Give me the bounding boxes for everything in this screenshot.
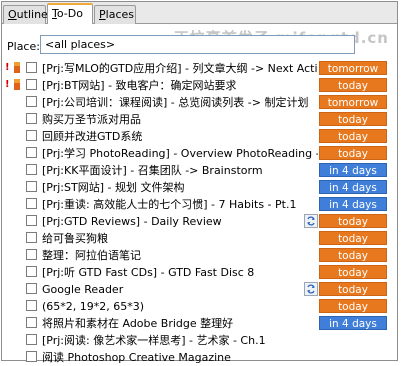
due-badge: today <box>319 146 387 160</box>
task-title[interactable]: 回顾并改进GTD系统 <box>42 129 318 144</box>
task-title[interactable]: [Prj:写MLO的GTD应用介绍] - 列文章大纲 -> Next Actic <box>42 61 318 76</box>
task-row[interactable]: 阅读 Photoshop Creative Magazine <box>2 349 397 366</box>
task-title[interactable]: [Prj:学习 PhotoReading] - Overview PhotoRe… <box>42 146 318 161</box>
task-checkbox[interactable] <box>26 96 37 107</box>
priority-bar-icon <box>14 62 20 73</box>
place-label: Place: <box>7 40 40 53</box>
task-title[interactable]: [Prj:公司培训：课程阅读] - 总览阅读列表 -> 制定计划 <box>42 95 318 110</box>
task-row[interactable]: (65*2, 19*2, 65*3) today <box>2 298 397 315</box>
task-row[interactable]: [Prj:GTD Reviews] - Daily Review today <box>2 213 397 230</box>
task-row[interactable]: [Prj:公司培训：课程阅读] - 总览阅读列表 -> 制定计划 tomorrow <box>2 94 397 111</box>
due-badge: in 4 days <box>319 316 387 330</box>
tab-places[interactable]: Places <box>94 5 136 24</box>
task-title[interactable]: [Prj:阅读: 像艺术家一样思考] - 艺术家 - Ch.1 <box>42 333 318 348</box>
task-checkbox[interactable] <box>26 351 37 362</box>
task-row[interactable]: 整理：阿拉伯语笔记 today <box>2 247 397 264</box>
task-title[interactable]: 给可鲁买狗粮 <box>42 231 318 246</box>
priority-bar-icon <box>14 79 20 90</box>
task-row[interactable]: ! [Prj:写MLO的GTD应用介绍] - 列文章大纲 -> Next Acti… <box>2 60 397 77</box>
task-checkbox[interactable] <box>26 130 37 141</box>
due-badge: tomorrow <box>319 95 387 109</box>
task-title[interactable]: 购买万圣节派对用品 <box>42 112 318 127</box>
task-checkbox[interactable] <box>26 79 37 90</box>
task-row[interactable]: 给可鲁买狗粮 today <box>2 230 397 247</box>
task-checkbox[interactable] <box>26 266 37 277</box>
task-row[interactable]: [Prj:听 GTD Fast CDs] - GTD Fast Disc 8 to… <box>2 264 397 281</box>
task-row[interactable]: [Prj:阅读: 像艺术家一样思考] - 艺术家 - Ch.1 <box>2 332 397 349</box>
due-badge: today <box>319 214 387 228</box>
task-row[interactable]: 购买万圣节派对用品 today <box>2 111 397 128</box>
priority-flag: ! <box>5 79 10 90</box>
task-row[interactable]: 将照片和素材在 Adobe Bridge 整理好 in 4 days <box>2 315 397 332</box>
due-badge: today <box>319 299 387 313</box>
tab-outline-mnemonic: O <box>8 8 17 21</box>
task-title[interactable]: [Prj:重读: 高效能人士的七个习惯] - 7 Habits - Pt.1 <box>42 197 318 212</box>
tab-outline[interactable]: Outline <box>3 5 48 24</box>
task-title[interactable]: [Prj:KK平面设计] - 召集团队 -> Brainstorm <box>42 163 318 178</box>
task-checkbox[interactable] <box>26 232 37 243</box>
task-checkbox[interactable] <box>26 113 37 124</box>
task-title[interactable]: (65*2, 19*2, 65*3) <box>42 299 318 314</box>
recurring-icon <box>304 214 318 228</box>
task-checkbox[interactable] <box>26 215 37 226</box>
task-checkbox[interactable] <box>26 198 37 209</box>
due-badge: today <box>319 282 387 296</box>
task-row[interactable]: ! [Prj:BT网站] - 致电客户：确定网站要求 today <box>2 77 397 94</box>
due-badge: today <box>319 78 387 92</box>
tab-outline-label: utline <box>16 8 48 21</box>
tab-todo-label: o-Do <box>56 7 83 20</box>
task-row[interactable]: 回顾并改进GTD系统 today <box>2 128 397 145</box>
task-title[interactable]: [Prj:听 GTD Fast CDs] - GTD Fast Disc 8 <box>42 265 318 280</box>
recurring-icon <box>304 282 318 296</box>
due-badge: in 4 days <box>319 197 387 211</box>
due-badge: in 4 days <box>319 163 387 177</box>
task-title[interactable]: 将照片和素材在 Adobe Bridge 整理好 <box>42 316 318 331</box>
task-title[interactable]: [Prj:ST网站] - 规划 文件架构 <box>42 180 318 195</box>
due-badge: today <box>319 112 387 126</box>
tab-todo[interactable]: To-Do <box>47 3 93 24</box>
tab-places-label: laces <box>105 8 134 21</box>
task-checkbox[interactable] <box>26 317 37 328</box>
task-row[interactable]: Google Reader today <box>2 281 397 298</box>
task-row[interactable]: [Prj:重读: 高效能人士的七个习惯] - 7 Habits - Pt.1 in… <box>2 196 397 213</box>
task-checkbox[interactable] <box>26 334 37 345</box>
task-checkbox[interactable] <box>26 249 37 260</box>
due-badge: tomorrow <box>319 61 387 75</box>
task-checkbox[interactable] <box>26 164 37 175</box>
task-title[interactable]: 阅读 Photoshop Creative Magazine <box>42 350 318 365</box>
task-row[interactable]: [Prj:学习 PhotoReading] - Overview PhotoRe… <box>2 145 397 162</box>
task-checkbox[interactable] <box>26 283 37 294</box>
priority-flag: ! <box>5 62 10 73</box>
task-title[interactable]: Google Reader <box>42 282 318 297</box>
task-title[interactable]: 整理：阿拉伯语笔记 <box>42 248 318 263</box>
due-badge: today <box>319 231 387 245</box>
task-checkbox[interactable] <box>26 300 37 311</box>
task-row[interactable]: [Prj:KK平面设计] - 召集团队 -> Brainstorm in 4 da… <box>2 162 397 179</box>
task-checkbox[interactable] <box>26 62 37 73</box>
due-badge: today <box>319 129 387 143</box>
place-select[interactable]: <all places> <box>40 35 355 54</box>
tab-bar: Outline To-Do Places <box>2 2 397 24</box>
task-title[interactable]: [Prj:BT网站] - 致电客户：确定网站要求 <box>42 78 318 93</box>
task-checkbox[interactable] <box>26 181 37 192</box>
task-checkbox[interactable] <box>26 147 37 158</box>
task-title[interactable]: [Prj:GTD Reviews] - Daily Review <box>42 214 318 229</box>
due-badge: today <box>319 248 387 262</box>
task-list: ! [Prj:写MLO的GTD应用介绍] - 列文章大纲 -> Next Acti… <box>2 60 397 366</box>
due-badge: in 4 days <box>319 180 387 194</box>
due-badge: today <box>319 265 387 279</box>
tab-places-mnemonic: P <box>99 8 106 21</box>
todo-window: Outline To-Do Places 正拉豪首发子 mifengtd.cn … <box>1 1 398 364</box>
task-row[interactable]: [Prj:ST网站] - 规划 文件架构 in 4 days <box>2 179 397 196</box>
